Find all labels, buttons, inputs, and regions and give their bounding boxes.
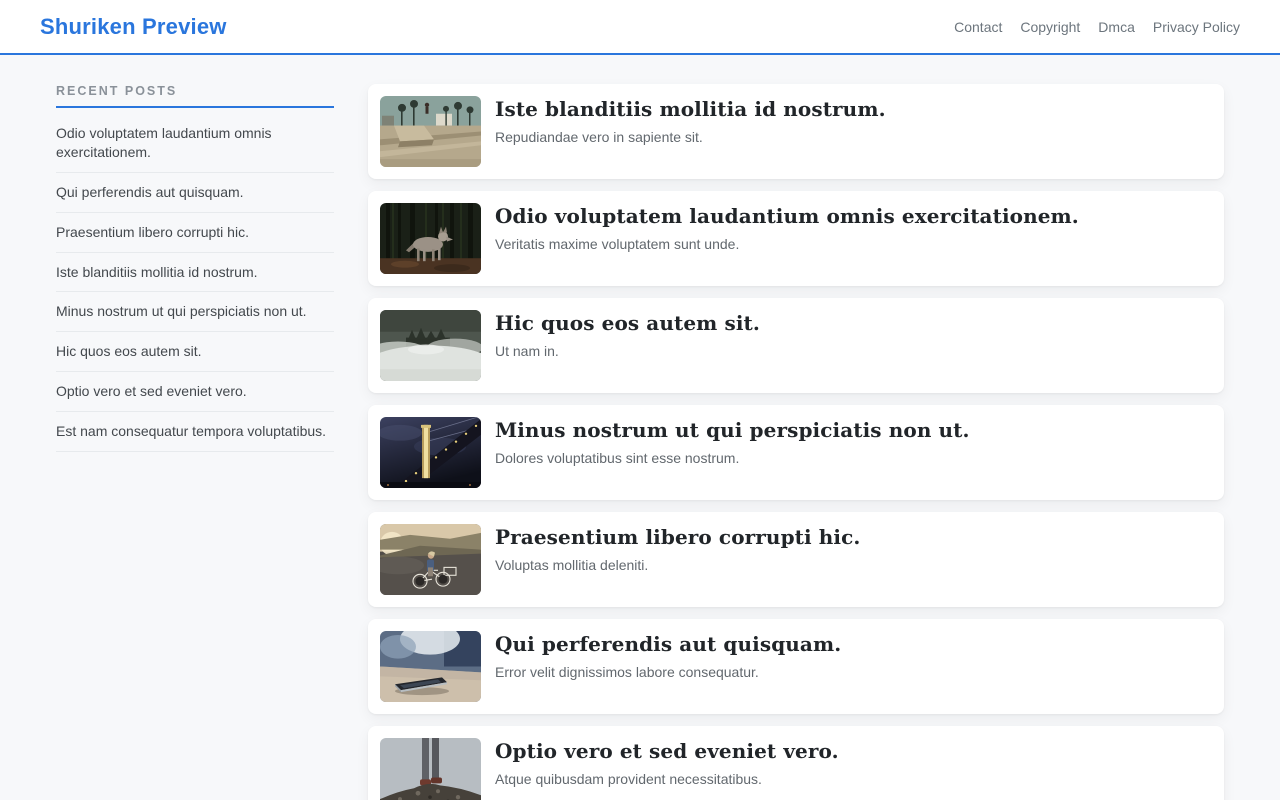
post-title: Optio vero et sed eveniet vero. [495,739,839,763]
post-card[interactable]: Iste blanditiis mollitia id nostrum. Rep… [368,84,1224,179]
post-title: Minus nostrum ut qui perspiciatis non ut… [495,418,970,442]
post-subtitle: Veritatis maxime voluptatem sunt unde. [495,236,1079,252]
post-subtitle: Repudiandae vero in sapiente sit. [495,129,886,145]
post-card[interactable]: Qui perferendis aut quisquam. Error veli… [368,619,1224,714]
coyote-forest-photo [380,203,481,274]
nav-link-copyright[interactable]: Copyright [1020,19,1080,35]
recent-posts-heading: RECENT POSTS [56,84,334,108]
skatepark-palm-trees-photo [380,96,481,167]
post-subtitle: Voluptas mollitia deleniti. [495,557,860,573]
recent-post-link[interactable]: Optio vero et sed eveniet vero. [56,372,334,412]
post-card-body: Qui perferendis aut quisquam. Error veli… [495,631,841,702]
nav-link-dmca[interactable]: Dmca [1098,19,1135,35]
recent-post-link[interactable]: Minus nostrum ut qui perspiciatis non ut… [56,292,334,332]
post-card-body: Minus nostrum ut qui perspiciatis non ut… [495,417,970,488]
post-card-body: Praesentium libero corrupti hic. Volupta… [495,524,860,595]
post-subtitle: Atque quibusdam provident necessitatibus… [495,771,839,787]
recent-post-link[interactable]: Hic quos eos autem sit. [56,332,334,372]
recent-post-link[interactable]: Qui perferendis aut quisquam. [56,173,334,213]
post-card-body: Hic quos eos autem sit. Ut nam in. [495,310,760,381]
phone-on-table-photo [380,631,481,702]
post-subtitle: Dolores voluptatibus sint esse nostrum. [495,450,970,466]
post-card[interactable]: Praesentium libero corrupti hic. Volupta… [368,512,1224,607]
page-header: Shuriken Preview Contact Copyright Dmca … [0,0,1280,55]
recent-post-link[interactable]: Praesentium libero corrupti hic. [56,213,334,253]
bicycle-rider-photo [380,524,481,595]
content-layout: RECENT POSTS Odio voluptatem laudantium … [0,55,1280,800]
post-card-body: Optio vero et sed eveniet vero. Atque qu… [495,738,839,800]
legs-on-rocks-photo [380,738,481,800]
post-card-body: Odio voluptatem laudantium omnis exercit… [495,203,1079,274]
post-card[interactable]: Minus nostrum ut qui perspiciatis non ut… [368,405,1224,500]
recent-post-link[interactable]: Est nam consequatur tempora voluptatibus… [56,412,334,452]
recent-posts-list: Odio voluptatem laudantium omnis exercit… [56,114,334,452]
post-title: Qui perferendis aut quisquam. [495,632,841,656]
misty-island-photo [380,310,481,381]
post-title: Odio voluptatem laudantium omnis exercit… [495,204,1079,228]
recent-post-link[interactable]: Iste blanditiis mollitia id nostrum. [56,253,334,293]
recent-post-link[interactable]: Odio voluptatem laudantium omnis exercit… [56,114,334,173]
post-title: Praesentium libero corrupti hic. [495,525,860,549]
nav-link-privacy-policy[interactable]: Privacy Policy [1153,19,1240,35]
recent-posts-sidebar: RECENT POSTS Odio voluptatem laudantium … [56,84,334,452]
site-brand-link[interactable]: Shuriken Preview [40,14,227,40]
post-card[interactable]: Optio vero et sed eveniet vero. Atque qu… [368,726,1224,800]
post-title: Hic quos eos autem sit. [495,311,760,335]
post-card-list: Iste blanditiis mollitia id nostrum. Rep… [368,84,1224,800]
post-title: Iste blanditiis mollitia id nostrum. [495,97,886,121]
bridge-at-night-photo [380,417,481,488]
post-subtitle: Error velit dignissimos labore consequat… [495,664,841,680]
post-card[interactable]: Hic quos eos autem sit. Ut nam in. [368,298,1224,393]
post-subtitle: Ut nam in. [495,343,760,359]
post-card[interactable]: Odio voluptatem laudantium omnis exercit… [368,191,1224,286]
post-card-body: Iste blanditiis mollitia id nostrum. Rep… [495,96,886,167]
top-nav: Contact Copyright Dmca Privacy Policy [954,19,1240,35]
nav-link-contact[interactable]: Contact [954,19,1002,35]
